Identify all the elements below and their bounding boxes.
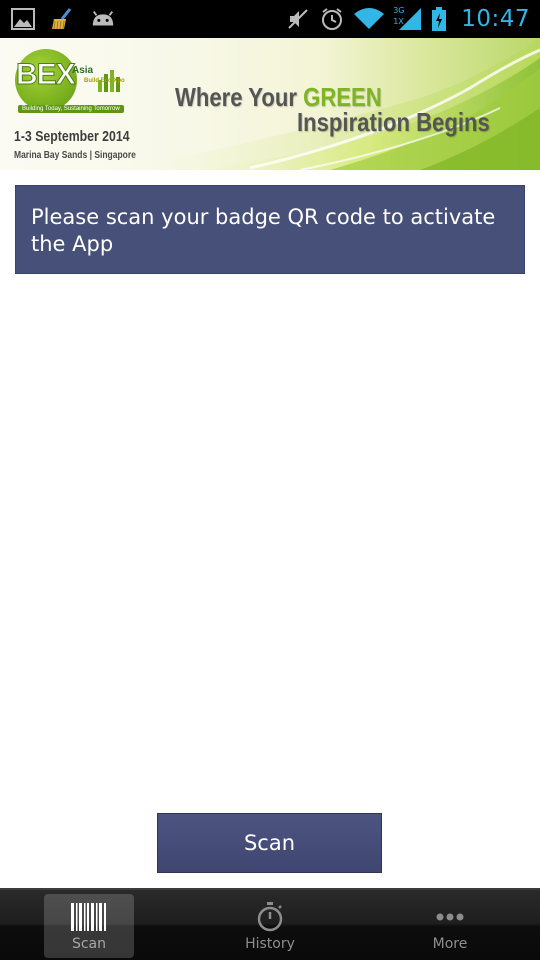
tab-more-label: More <box>432 936 468 952</box>
android-icon <box>90 7 116 31</box>
more-dots-icon <box>436 902 464 932</box>
bex-logo-subtitle: Build Eco Xpo <box>84 78 125 84</box>
status-bar: 3G 1X 10:47 <box>0 0 540 38</box>
bex-logo-asia: Asia <box>72 65 94 76</box>
network-type-label: 3G <box>393 6 405 15</box>
event-banner: BEX Asia Build Eco Xpo Building Today, S… <box>0 38 540 170</box>
event-venue: Marina Bay Sands | Singapore <box>14 150 136 161</box>
battery-charging-icon <box>431 7 447 31</box>
bottom-tab-bar: Scan History More <box>0 888 540 960</box>
activation-notice: Please scan your badge QR code to activa… <box>15 185 525 274</box>
tab-history[interactable]: History <box>225 894 315 958</box>
banner-headline-line2: Inspiration Begins <box>297 107 490 137</box>
banner-headline-text: Where Your <box>175 82 304 112</box>
network-type-label-secondary: 1X <box>393 17 404 26</box>
bex-logo-text: BEX <box>16 58 77 92</box>
tab-more[interactable]: More <box>405 894 495 958</box>
stopwatch-icon <box>255 902 285 932</box>
barcode-icon <box>70 902 108 932</box>
scan-button[interactable]: Scan <box>157 813 382 873</box>
bex-logo-tagline: Building Today, Sustaining Tomorrow <box>18 105 124 113</box>
status-clock: 10:47 <box>461 6 530 32</box>
tab-scan-label: Scan <box>71 936 107 952</box>
alarm-icon <box>319 7 345 31</box>
tab-history-label: History <box>245 936 295 952</box>
gallery-icon <box>10 7 36 31</box>
event-date: 1-3 September 2014 <box>14 128 130 145</box>
mute-icon <box>285 7 311 31</box>
signal-icon: 3G 1X <box>393 6 423 31</box>
tab-scan[interactable]: Scan <box>44 894 134 958</box>
broom-icon <box>50 7 76 31</box>
wifi-icon <box>353 7 385 31</box>
